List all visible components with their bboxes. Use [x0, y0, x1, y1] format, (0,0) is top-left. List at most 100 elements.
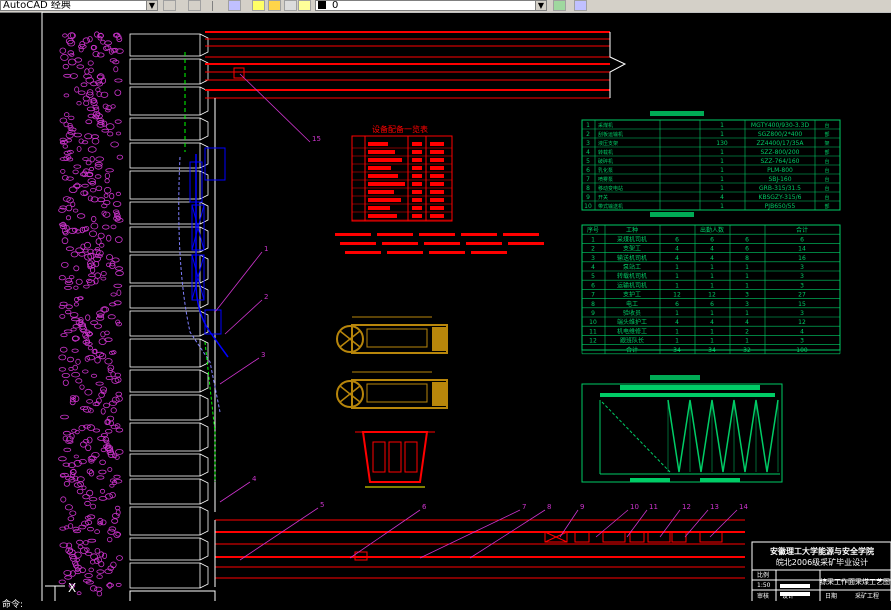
equip-row-qty: 1 — [720, 185, 724, 192]
equip-row-no: 5 — [586, 158, 590, 165]
labor-cell: 1 — [710, 264, 714, 271]
equip-row-qty: 1 — [720, 122, 724, 129]
title-sheet-label: 采矿工程 — [855, 592, 879, 600]
labor-cell: 采煤机司机 — [617, 235, 647, 243]
equip-row-unit: 台 — [824, 194, 829, 201]
equip-row-no: 1 — [586, 122, 590, 129]
labor-cell: 转载机司机 — [617, 272, 647, 280]
equip-row-name: 乳化泵 — [598, 167, 613, 174]
chevron-down-icon[interactable]: ▼ — [146, 1, 157, 10]
labor-cell: 6 — [591, 282, 595, 289]
labor-cell: 支护工 — [623, 291, 641, 299]
drawing-canvas[interactable]: 12345 6 7 8 9 10 11 12 13 1415 设备配备一览表 1… — [0, 12, 891, 601]
workspace-settings-icon[interactable] — [163, 0, 176, 11]
equip-row-qty: 1 — [720, 131, 724, 138]
lock-icon[interactable] — [284, 0, 297, 11]
title-row-label-2: 日期 — [825, 592, 837, 600]
labor-cell: 6 — [800, 236, 804, 243]
equip-row-unit: 部 — [824, 149, 829, 156]
labor-cell: 4 — [710, 319, 714, 326]
labor-cell: 机电维修工 — [617, 327, 647, 335]
command-prompt: 命令: — [2, 600, 24, 610]
workspace-dropdown[interactable]: AutoCAD 经典 ▼ — [0, 0, 158, 11]
equip-row-no: 9 — [586, 194, 590, 201]
sun-icon[interactable] — [268, 0, 281, 11]
title-scale-value: 1:50 — [757, 582, 771, 589]
layer-state-icon[interactable] — [553, 0, 566, 11]
equip-row-unit: 台 — [824, 122, 829, 129]
equip-row-name: 刮板运输机 — [598, 131, 623, 138]
callout-leader-5 — [239, 507, 319, 561]
title-university: 安徽理工大学能源与安全学院 — [770, 546, 874, 556]
labor-cell: 9 — [591, 310, 595, 317]
title-scale-label: 比例 — [757, 571, 769, 579]
equip-row-unit: 架 — [824, 141, 829, 147]
labor-cell: 1 — [710, 282, 714, 289]
labor-table: 序号 工种 出勤人数 合计1 采煤机司机 6 6 6 62 支架工 4 4 6 143 输送机司机 4 4 8 16… — [581, 212, 841, 355]
layers-icon[interactable] — [228, 0, 241, 11]
labor-cell: 1 — [675, 338, 679, 345]
lightbulb-icon[interactable] — [252, 0, 265, 11]
toolbar-separator — [212, 1, 213, 11]
chevron-down-icon[interactable]: ▼ — [535, 1, 546, 10]
labor-cell: 8 — [745, 255, 749, 262]
equip-row-model: KBSGZY-315/6 — [759, 194, 802, 201]
labor-cell: 3 — [800, 264, 804, 271]
labor-cell: 100 — [796, 347, 808, 354]
layer-prev-icon[interactable] — [574, 0, 587, 11]
title-project: 皖北2006级采矿毕业设计 — [776, 557, 868, 567]
labor-header: 序号 — [587, 226, 599, 234]
equip-row-qty: 130 — [716, 140, 728, 147]
equip-row-name: 采煤机 — [598, 122, 613, 129]
labor-cell: 1 — [745, 338, 749, 345]
drawing-frame — [41, 12, 891, 601]
upper-roadway — [205, 31, 627, 512]
labor-cell: 12 — [673, 292, 681, 299]
customize-icon[interactable] — [188, 0, 201, 11]
equipment-table: 1 采煤机 1 MGTY400/930-3.3D 台 2 刮板运输机 1 SGZ800/2*40… — [581, 111, 841, 211]
labor-cell: 34 — [673, 347, 681, 354]
labor-cell: 4 — [745, 319, 749, 326]
labor-cell: 端头维护工 — [617, 318, 647, 326]
workspace-value: AutoCAD 经典 — [3, 0, 71, 11]
labor-cell: 4 — [675, 319, 679, 326]
labor-cell: 1 — [745, 310, 749, 317]
equip-row-model: GRB-315/31.5 — [759, 185, 801, 192]
callout-leader-6 — [349, 509, 421, 559]
labor-cell: 27 — [798, 292, 806, 299]
labor-cell: 输送机司机 — [617, 254, 647, 262]
labor-cell: 验收员 — [623, 309, 641, 317]
labor-cell: 16 — [798, 255, 806, 262]
equip-row-qty: 1 — [720, 176, 724, 183]
labor-cell: 1 — [675, 310, 679, 317]
equip-row-model: SGZ800/2*400 — [758, 131, 802, 138]
labor-cell: 4 — [675, 255, 679, 262]
callout-leader-7 — [419, 509, 521, 559]
labor-cell: 4 — [591, 264, 595, 271]
labor-cell: 6 — [745, 246, 749, 253]
equip-row-no: 7 — [586, 176, 590, 183]
color-icon[interactable] — [298, 0, 311, 11]
labor-header: 出勤人数 — [700, 226, 724, 234]
equip-row-unit: 台 — [824, 167, 829, 174]
labor-cell: 32 — [743, 347, 751, 354]
labor-cell: 合计 — [626, 346, 638, 354]
equip-row-model: PLM-800 — [767, 167, 793, 174]
labor-cell: 1 — [675, 328, 679, 335]
labor-header: 工种 — [626, 226, 638, 234]
command-line[interactable]: 命令: — [0, 601, 891, 610]
layer-dropdown[interactable]: 0 ▼ — [315, 0, 547, 11]
labor-cell: 3 — [800, 310, 804, 317]
callout-label-8: 8 — [547, 503, 551, 511]
labor-cell: 6 — [745, 236, 749, 243]
labor-cell: 2 — [591, 246, 595, 253]
labor-cell: 跟班队长 — [620, 337, 644, 345]
equip-row-no: 4 — [586, 149, 590, 156]
equip-row-name: 液压支架 — [598, 140, 618, 147]
equip-row-name: 破碎机 — [598, 158, 613, 165]
labor-cell: 1 — [675, 282, 679, 289]
callout-label-4: 4 — [252, 475, 257, 483]
shearer-side-view-1 — [336, 316, 448, 354]
callout-label-14: 14 — [739, 503, 748, 511]
title-row-label-0: 审核 — [757, 592, 769, 600]
